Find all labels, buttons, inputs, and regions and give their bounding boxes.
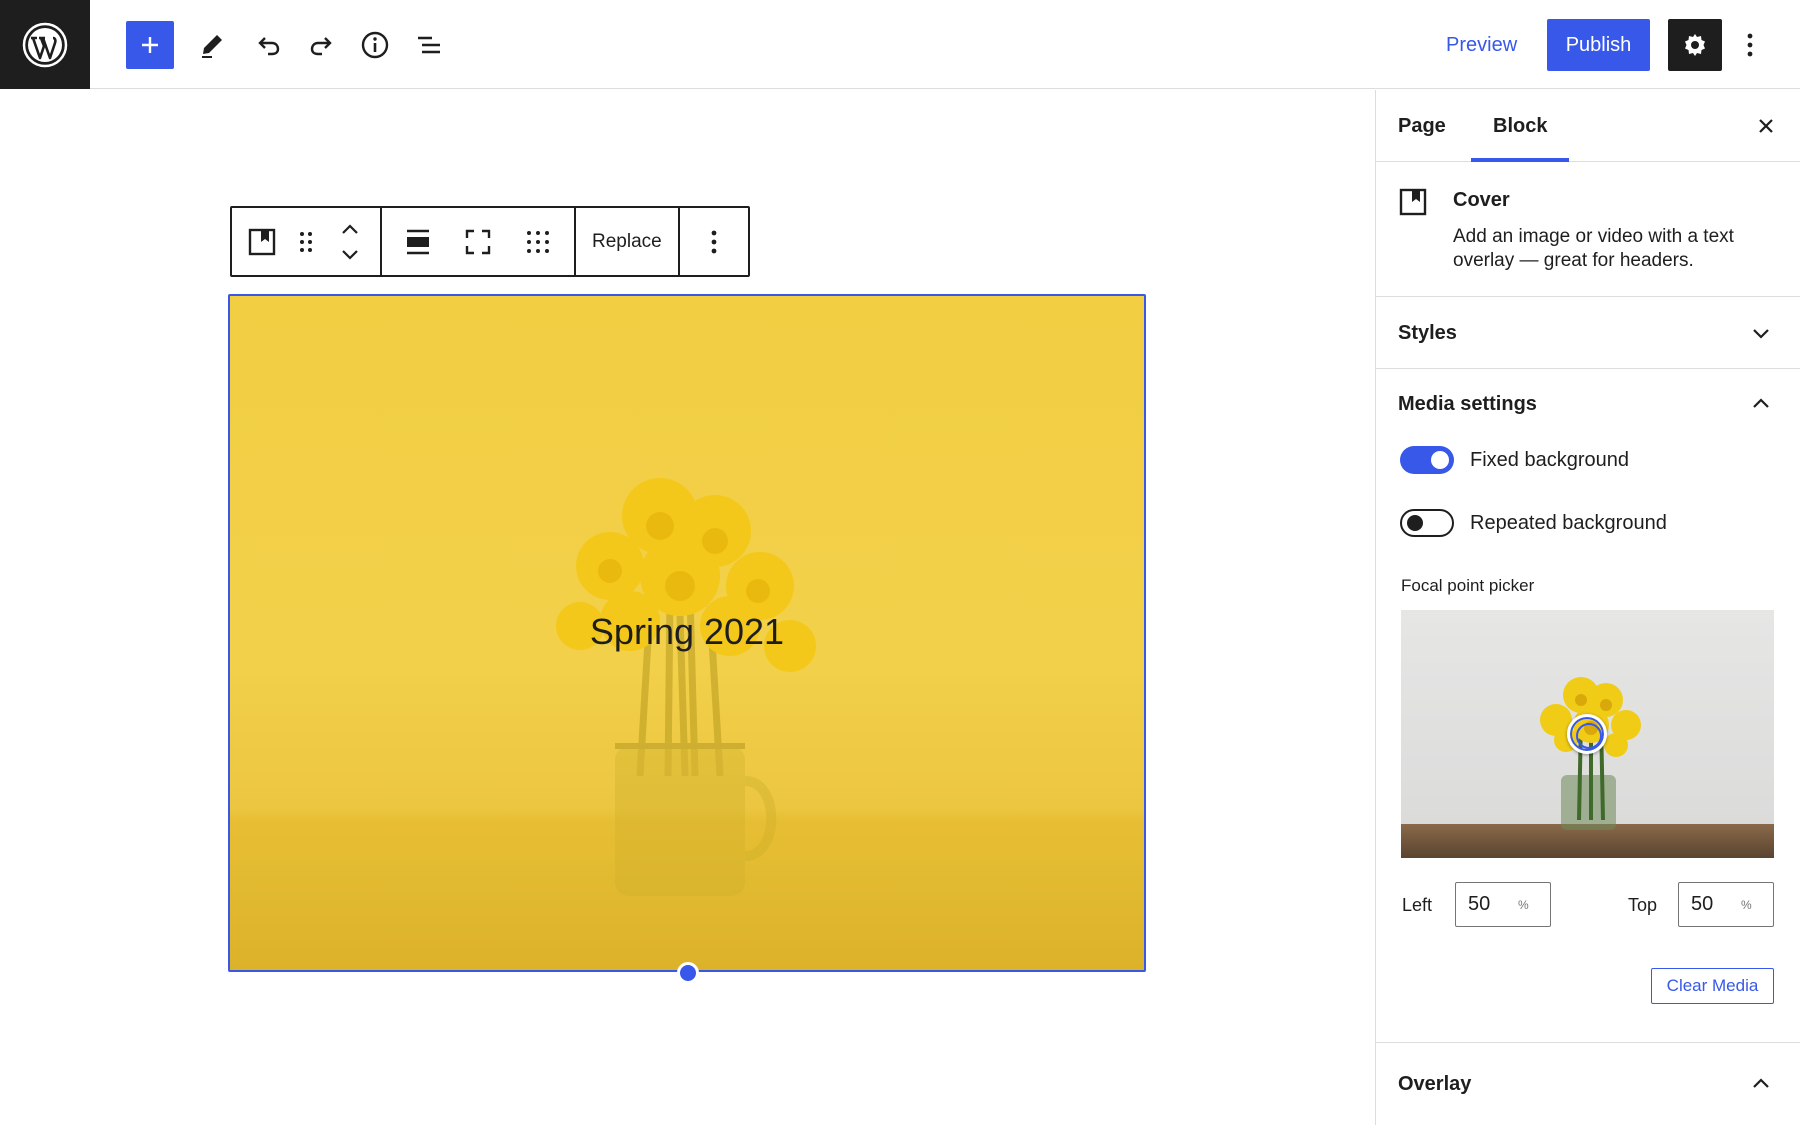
plus-icon [142,37,158,53]
redo-icon [310,37,332,56]
block-toolbar-group-replace: Replace [576,208,680,275]
chevron-down-icon [1744,316,1778,350]
focal-top-value: 50 [1691,893,1714,915]
chevron-up-down-icon [342,223,358,260]
redo-button[interactable] [298,21,346,69]
block-type-button[interactable] [238,218,286,266]
sidebar-tabs: Page Block [1376,90,1800,162]
fixed-background-label: Fixed background [1470,448,1629,471]
settings-sidebar: Page Block Cover Add an image or video w… [1375,90,1800,1125]
block-card-description: Add an image or video with a text overla… [1453,226,1734,271]
focal-point-label: Focal point picker [1401,576,1535,595]
list-view-button[interactable] [405,21,453,69]
focal-top-label: Top [1628,895,1658,915]
pencil-icon [202,35,222,58]
vertical-ellipsis-icon [711,230,717,253]
block-card-title: Cover [1453,189,1510,211]
overlay-panel-toggle[interactable]: Overlay [1376,1042,1800,1125]
position-grid-icon [527,230,549,253]
styles-panel-toggle[interactable]: Styles [1376,298,1800,369]
drag-handle-icon [300,231,312,252]
tab-page[interactable]: Page [1376,90,1468,162]
tools-button[interactable] [188,21,236,69]
block-toolbar-group-more [680,208,748,275]
block-options-button[interactable] [702,218,726,266]
editor-header: Preview Publish [0,0,1800,89]
overlay-panel-title: Overlay [1398,1073,1472,1095]
wordpress-logo-icon[interactable] [0,0,90,89]
block-toolbar-group-move [232,208,382,275]
focal-top-input[interactable]: 50 % [1678,882,1774,927]
cover-block-icon [1399,188,1427,216]
repeated-background-label: Repeated background [1470,511,1667,534]
cover-block[interactable]: Spring 2021 [228,294,1146,972]
cover-resize-handle[interactable] [677,962,699,984]
block-toolbar-group-align [382,208,576,275]
info-icon [361,31,389,59]
fullscreen-icon [465,229,491,254]
daffodil-image [556,478,816,896]
fixed-background-toggle[interactable] [1400,446,1454,474]
close-icon [1759,119,1773,133]
block-card: Cover Add an image or video with a text … [1376,163,1800,297]
focal-point-picker[interactable] [1401,610,1774,858]
fixed-background-row: Fixed background [1400,445,1629,475]
replace-button[interactable]: Replace [576,208,678,275]
focal-left-value: 50 [1468,893,1491,915]
options-button[interactable] [1735,21,1765,69]
undo-button[interactable] [244,21,292,69]
chevron-up-icon [1744,1067,1778,1101]
full-height-toggle[interactable] [446,218,510,266]
cover-block-icon [248,228,276,255]
repeated-background-row: Repeated background [1400,508,1667,538]
block-toolbar: Replace [230,206,750,277]
add-block-button[interactable] [126,21,174,69]
drag-handle[interactable] [286,218,326,266]
clear-media-button[interactable]: Clear Media [1651,968,1774,1004]
gear-icon [1685,34,1705,56]
repeated-background-toggle[interactable] [1400,509,1454,537]
focal-left-label: Left [1402,895,1433,915]
content-position-button[interactable] [510,218,566,266]
focal-left-input[interactable]: 50 % [1455,882,1551,927]
details-button[interactable] [351,21,399,69]
undo-icon [258,37,280,56]
focal-top-unit: % [1741,897,1752,912]
chevron-up-icon [1744,387,1778,421]
cover-heading[interactable]: Spring 2021 [230,611,1144,653]
tab-block[interactable]: Block [1471,90,1570,162]
focal-left-unit: % [1518,897,1529,912]
align-wide-icon [407,229,429,254]
media-settings-panel-toggle[interactable]: Media settings [1376,369,1800,439]
close-sidebar-button[interactable] [1746,106,1786,146]
move-up-down-buttons[interactable] [326,218,374,266]
vertical-ellipsis-icon [1747,33,1753,57]
list-view-icon [418,36,440,54]
preview-button[interactable]: Preview [1430,22,1533,68]
media-settings-title: Media settings [1398,393,1537,415]
styles-panel-title: Styles [1398,322,1457,344]
focal-point-handle[interactable] [1567,714,1607,754]
align-button[interactable] [390,218,446,266]
settings-button[interactable] [1668,19,1722,71]
publish-button[interactable]: Publish [1547,19,1650,71]
